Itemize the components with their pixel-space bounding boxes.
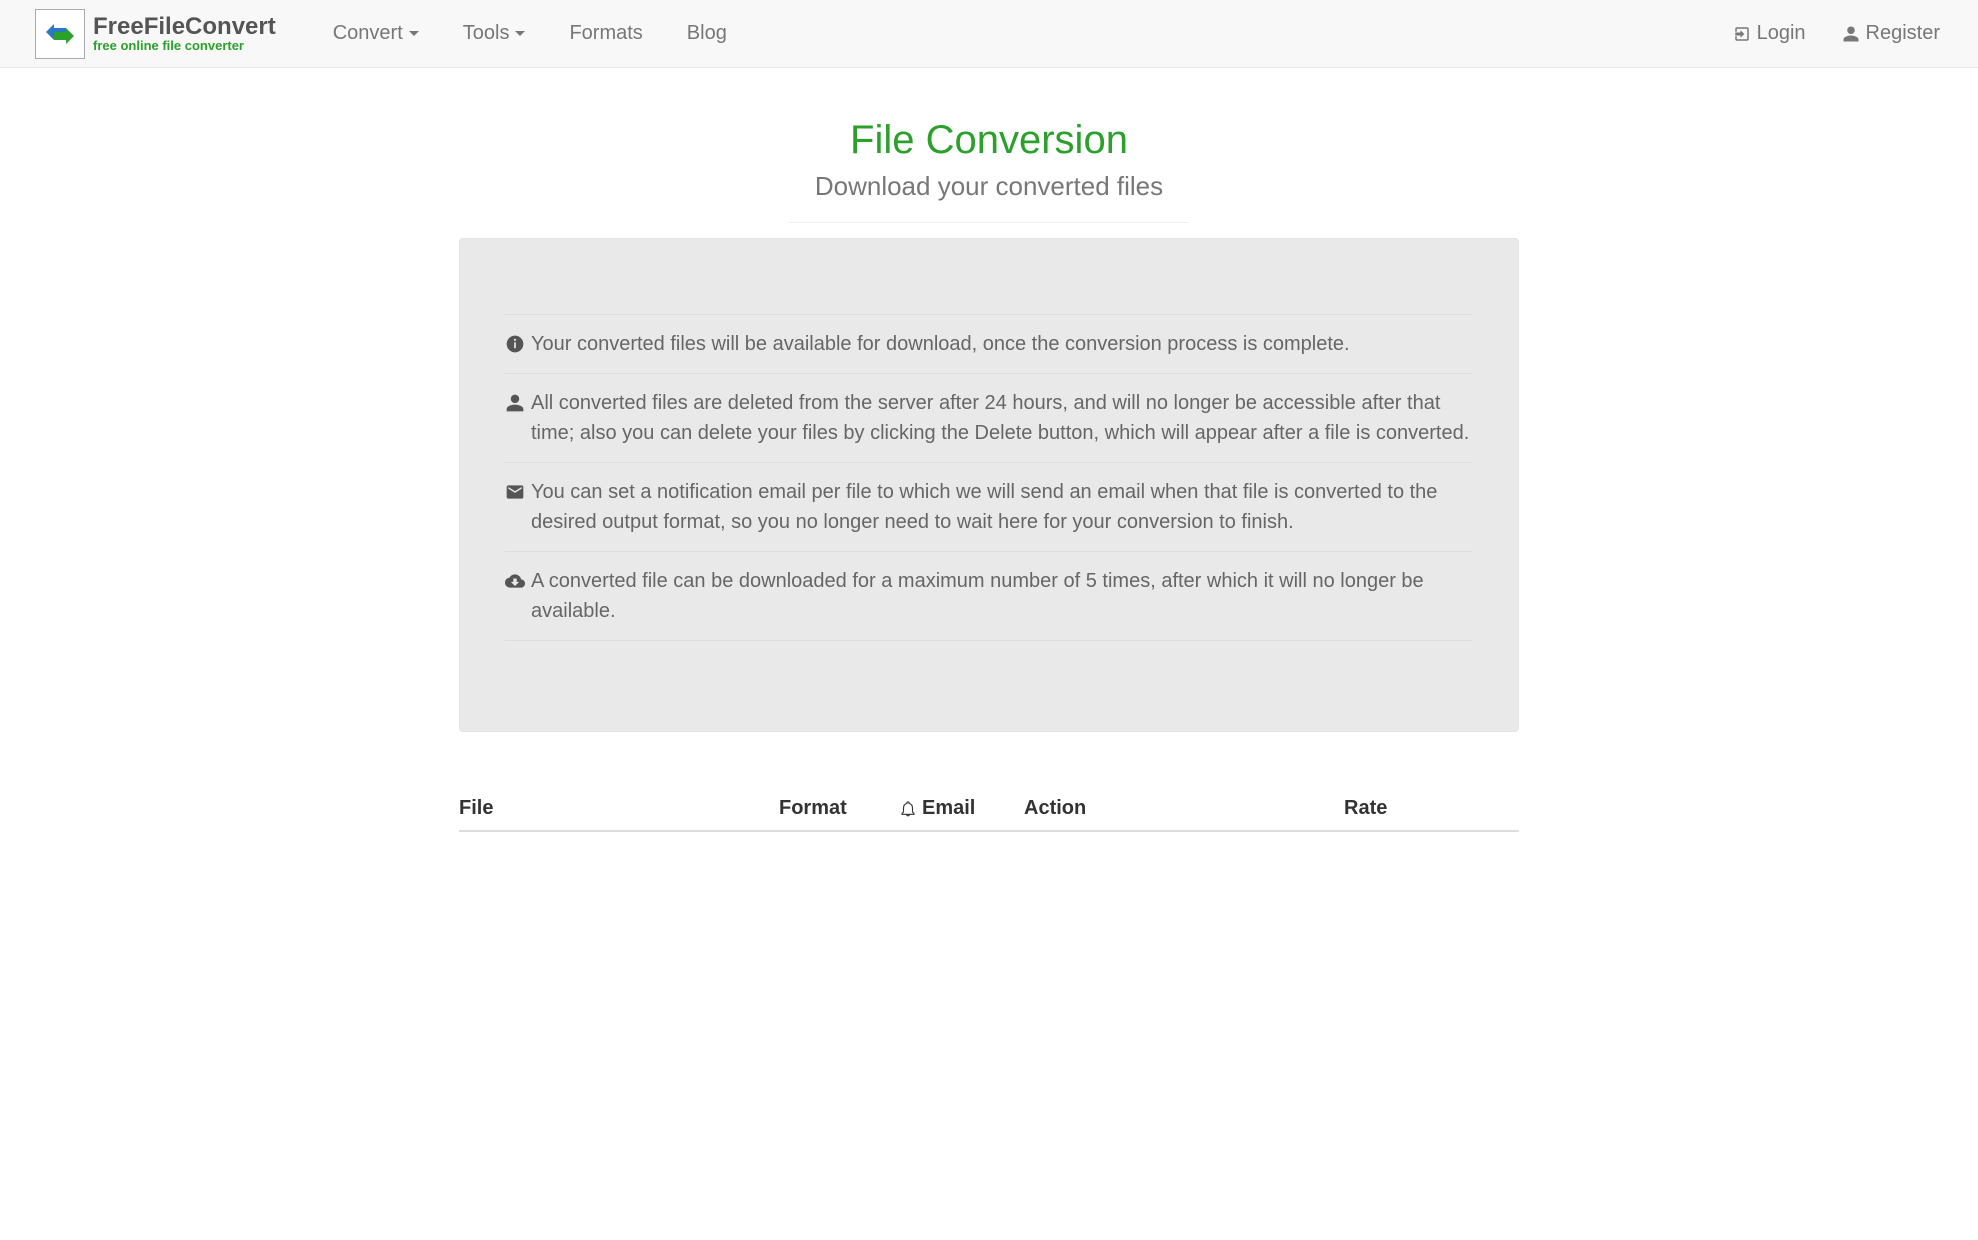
nav-register[interactable]: Register xyxy=(1824,7,1958,60)
logo-icon xyxy=(35,9,85,59)
envelope-icon xyxy=(505,482,525,502)
navbar: FreeFileConvert free online file convert… xyxy=(0,0,1978,68)
info-item-email: You can set a notification email per fil… xyxy=(505,462,1473,551)
col-format-header: Format xyxy=(779,797,899,820)
col-email-label: Email xyxy=(922,797,975,820)
info-text: All converted files are deleted from the… xyxy=(531,388,1473,448)
nav-left: Convert Tools Formats Blog xyxy=(311,7,749,60)
nav-right: Login Register xyxy=(1715,7,1958,60)
info-list: Your converted files will be available f… xyxy=(505,314,1473,641)
results-header: File Format Email Action Rate xyxy=(459,787,1519,832)
info-text: A converted file can be downloaded for a… xyxy=(531,566,1473,626)
info-item-availability: Your converted files will be available f… xyxy=(505,314,1473,373)
nav-register-label: Register xyxy=(1866,22,1940,45)
main-container: File Conversion Download your converted … xyxy=(444,68,1534,832)
login-icon xyxy=(1733,25,1751,43)
bell-icon xyxy=(899,800,917,818)
page-title: File Conversion xyxy=(789,118,1189,163)
nav-tools[interactable]: Tools xyxy=(441,7,548,60)
nav-login-label: Login xyxy=(1757,22,1806,45)
info-text: Your converted files will be available f… xyxy=(531,329,1350,359)
nav-convert-label: Convert xyxy=(333,22,403,45)
cloud-download-icon xyxy=(505,571,525,591)
info-well: Your converted files will be available f… xyxy=(459,238,1519,732)
col-file-header: File xyxy=(459,797,779,820)
page-header: File Conversion Download your converted … xyxy=(789,68,1189,223)
page-subtitle: Download your converted files xyxy=(789,171,1189,202)
col-email-header: Email xyxy=(899,797,1024,820)
user-icon xyxy=(505,393,525,413)
nav-login[interactable]: Login xyxy=(1715,7,1824,60)
info-text: You can set a notification email per fil… xyxy=(531,477,1473,537)
info-icon xyxy=(505,334,525,354)
col-rate-header: Rate xyxy=(1344,797,1519,820)
brand-subtitle: free online file converter xyxy=(93,39,276,52)
brand-link[interactable]: FreeFileConvert free online file convert… xyxy=(20,1,291,67)
col-action-header: Action xyxy=(1024,797,1344,820)
caret-down-icon xyxy=(409,31,419,36)
nav-tools-label: Tools xyxy=(463,22,510,45)
nav-convert[interactable]: Convert xyxy=(311,7,441,60)
info-item-deletion: All converted files are deleted from the… xyxy=(505,373,1473,462)
brand-title: FreeFileConvert xyxy=(93,15,276,39)
nav-formats[interactable]: Formats xyxy=(547,7,664,60)
brand-text: FreeFileConvert free online file convert… xyxy=(93,15,276,52)
user-icon xyxy=(1842,25,1860,43)
caret-down-icon xyxy=(515,31,525,36)
nav-blog[interactable]: Blog xyxy=(665,7,749,60)
info-item-limit: A converted file can be downloaded for a… xyxy=(505,551,1473,641)
